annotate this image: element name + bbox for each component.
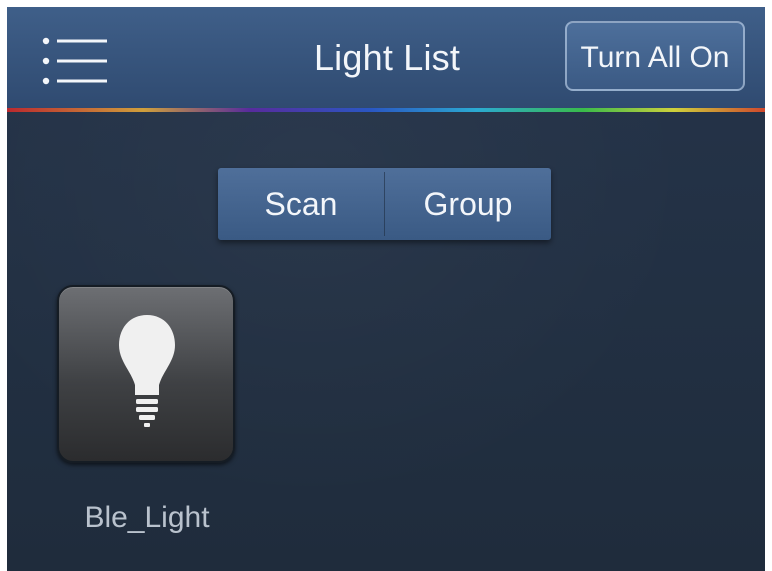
light-bulb-icon: [119, 315, 175, 427]
menu-button[interactable]: [41, 35, 111, 87]
scan-group-segmented-control: Scan Group: [218, 168, 551, 240]
turn-all-on-button[interactable]: Turn All On: [565, 21, 745, 91]
scan-button[interactable]: Scan: [218, 168, 384, 240]
device-tile-ble-light[interactable]: [57, 285, 235, 463]
rainbow-divider: [7, 108, 765, 112]
group-button[interactable]: Group: [385, 168, 551, 240]
app-screen: Light List Turn All On Scan Group Ble_Li…: [7, 7, 765, 571]
hamburger-list-icon: [42, 37, 107, 85]
device-name-label: Ble_Light: [84, 501, 210, 534]
page-title: Light List: [313, 37, 461, 78]
navbar: Light List Turn All On: [7, 7, 765, 110]
